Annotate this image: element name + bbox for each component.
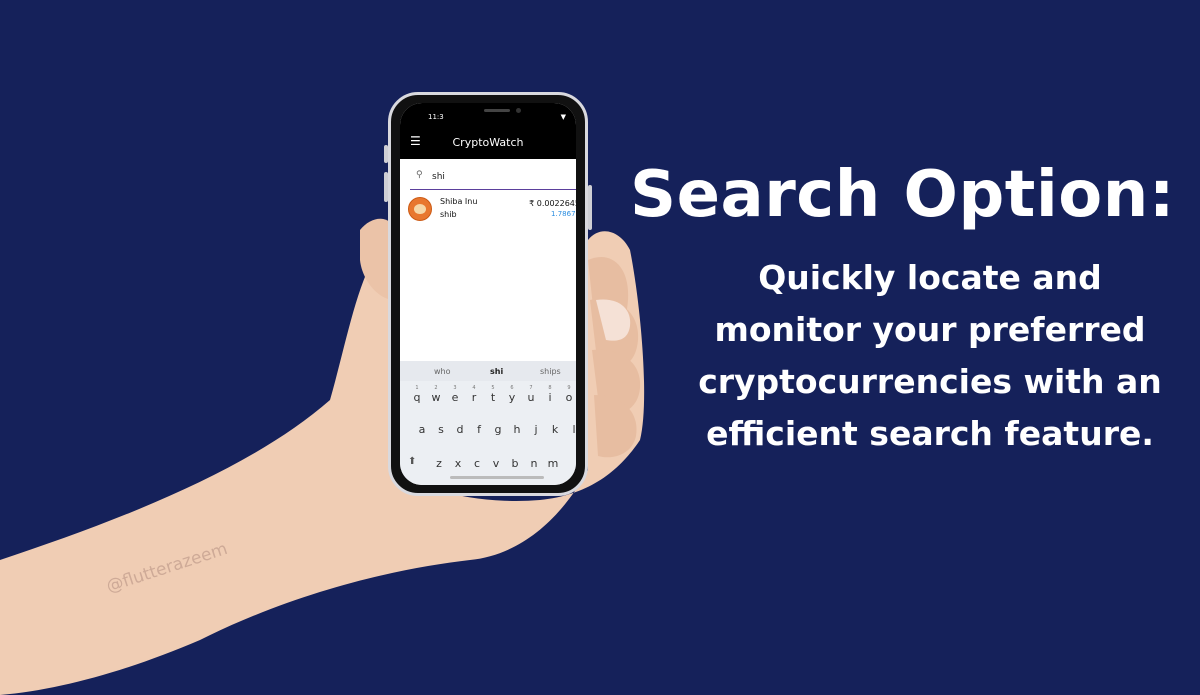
subtext-line: cryptocurrencies with an	[698, 362, 1162, 401]
home-indicator[interactable]	[450, 476, 544, 479]
key[interactable]: t	[484, 391, 502, 404]
subtext-line: efficient search feature.	[706, 414, 1154, 453]
key[interactable]: v	[487, 457, 505, 470]
key[interactable]: j	[527, 423, 545, 436]
list-item[interactable]: Shiba Inu shib ₹ 0.0022645 1.78673	[400, 195, 576, 225]
key[interactable]: a	[413, 423, 431, 436]
key[interactable]: d	[451, 423, 469, 436]
keyboard: who shi ships 1 2 3 4 5 6 7 8 9 q w e r …	[400, 361, 576, 485]
search-bar[interactable]: ⚲	[410, 167, 576, 190]
shift-icon[interactable]: ⬆	[408, 456, 416, 467]
key[interactable]: u	[522, 391, 540, 404]
key[interactable]: z	[430, 457, 448, 470]
key[interactable]: i	[541, 391, 559, 404]
headline: Search Option:	[630, 158, 1175, 232]
key[interactable]: m	[544, 457, 562, 470]
speaker-grille	[484, 109, 510, 112]
phone-frame: 11:3 ▼ ☰ CryptoWatch ⚲ Shiba Inu shib ₹ …	[388, 92, 588, 496]
coin-symbol: shib	[440, 210, 457, 219]
key[interactable]: g	[489, 423, 507, 436]
shiba-inu-coin-icon	[408, 197, 432, 221]
wifi-icon: ▼	[560, 113, 566, 121]
key[interactable]: k	[546, 423, 564, 436]
coin-name: Shiba Inu	[440, 197, 478, 206]
key[interactable]: h	[508, 423, 526, 436]
key[interactable]: x	[449, 457, 467, 470]
coin-price: ₹ 0.0022645	[529, 199, 576, 208]
status-time: 11:3	[428, 113, 444, 121]
search-icon: ⚲	[416, 170, 423, 180]
key[interactable]: n	[525, 457, 543, 470]
phone-side-button	[588, 185, 592, 230]
suggestion-strip: who shi ships	[400, 361, 576, 381]
key[interactable]: e	[446, 391, 464, 404]
coin-change: 1.78673	[551, 210, 576, 218]
key[interactable]: s	[432, 423, 450, 436]
key[interactable]: r	[465, 391, 483, 404]
key[interactable]: f	[470, 423, 488, 436]
key[interactable]: o	[560, 391, 576, 404]
app-bar: ☰ CryptoWatch	[400, 125, 576, 159]
key[interactable]: q	[408, 391, 426, 404]
suggestion-item[interactable]: shi	[490, 367, 503, 376]
key[interactable]: w	[427, 391, 445, 404]
search-input[interactable]	[432, 170, 562, 184]
suggestion-item[interactable]: ships	[540, 367, 561, 376]
key[interactable]: y	[503, 391, 521, 404]
subtext: Quickly locate and monitor your preferre…	[660, 252, 1200, 460]
phone-notch	[470, 103, 534, 119]
app-title: CryptoWatch	[452, 136, 524, 149]
subtext-line: Quickly locate and	[758, 258, 1102, 297]
key[interactable]: b	[506, 457, 524, 470]
subtext-line: monitor your preferred	[714, 310, 1146, 349]
key[interactable]: c	[468, 457, 486, 470]
phone-screen: 11:3 ▼ ☰ CryptoWatch ⚲ Shiba Inu shib ₹ …	[400, 103, 576, 485]
key[interactable]: l	[565, 423, 576, 436]
suggestion-item[interactable]: who	[434, 367, 451, 376]
camera-icon	[516, 108, 521, 113]
